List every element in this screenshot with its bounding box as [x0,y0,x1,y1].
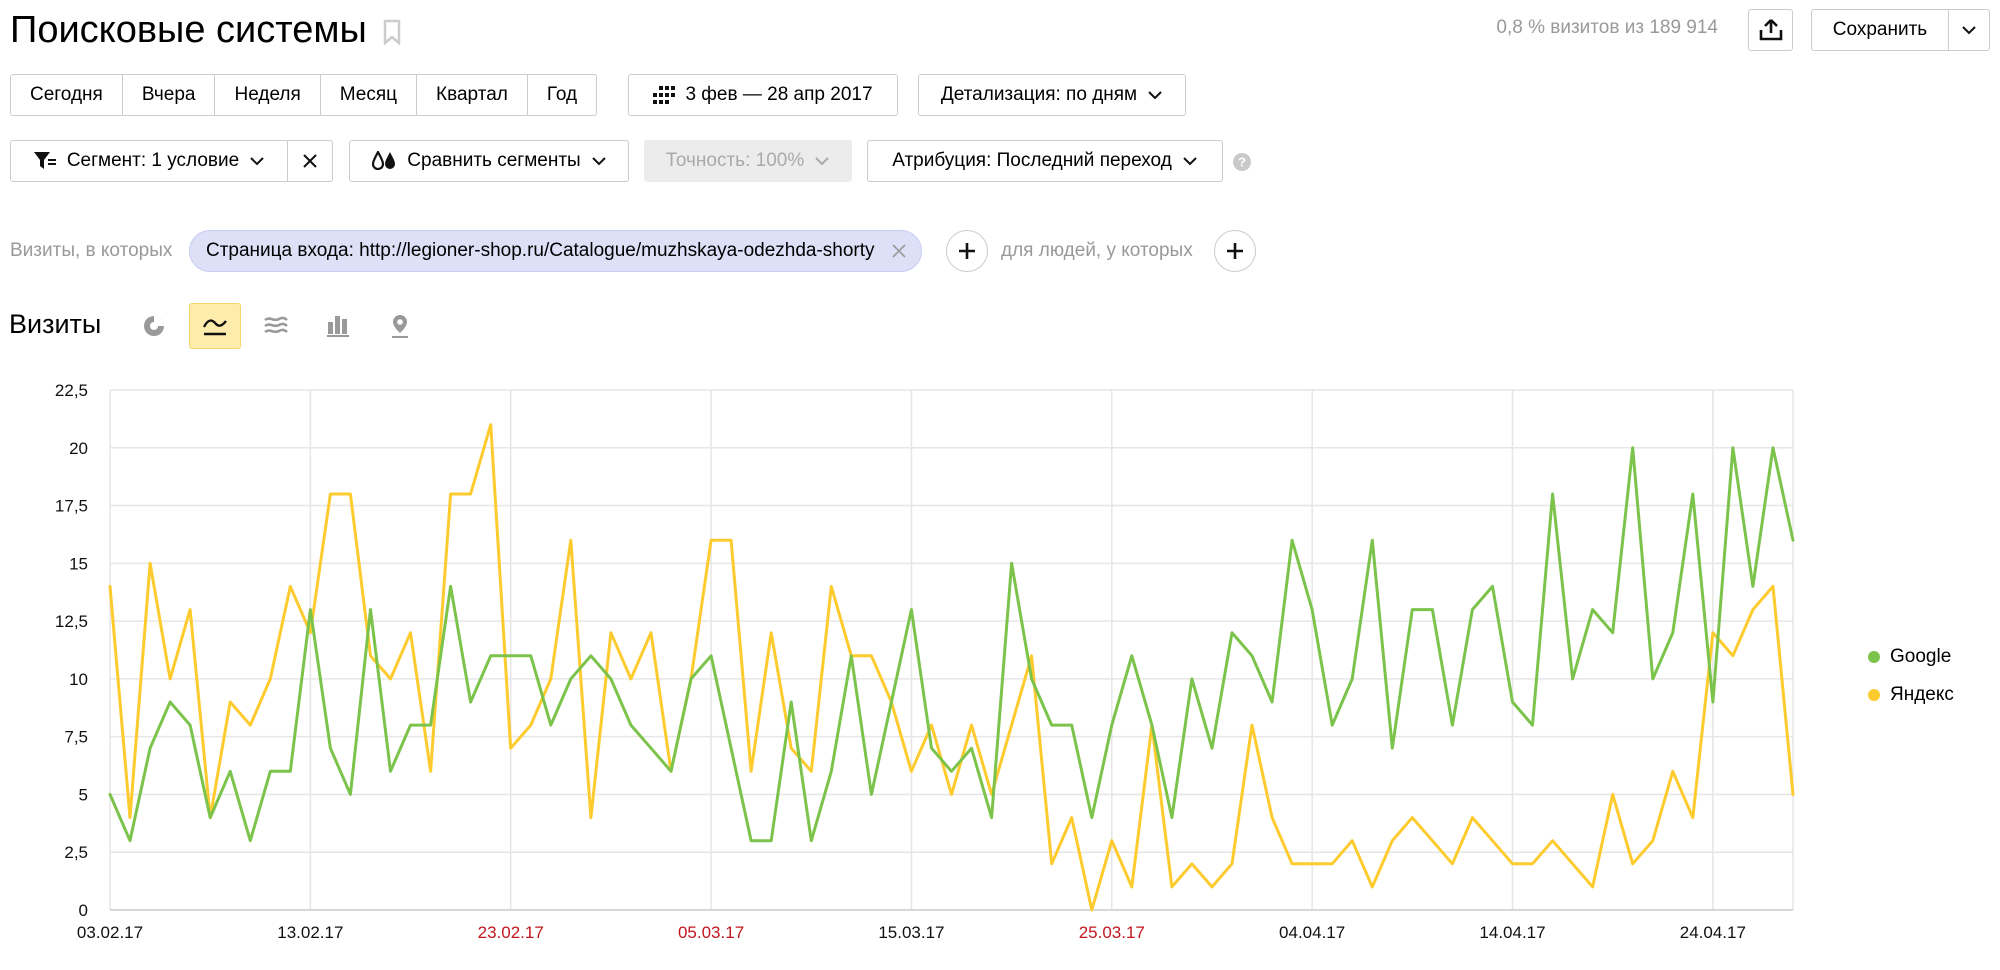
series-line-google [108,446,1795,843]
period-yesterday-button[interactable]: Вчера [121,74,216,116]
y-tick-label: 2,5 [64,843,88,862]
date-range-label: 3 фев — 28 апр 2017 [685,84,873,105]
people-condition-label: для людей, у которых [1001,240,1193,261]
legend-label-google: Google [1890,646,1952,667]
filter-icon [33,152,56,169]
y-tick-label: 17,5 [55,497,88,516]
area-chart-view-button[interactable] [250,303,302,349]
x-tick-label: 25.03.17 [1079,923,1145,942]
map-pin-icon [392,315,408,338]
clear-segment-button[interactable] [287,140,333,182]
x-tick-label: 03.02.17 [77,923,143,942]
visits-share-summary: 0,8 % визитов из 189 914 [1496,17,1718,38]
period-today-button[interactable]: Сегодня [10,74,123,116]
legend-item-google[interactable]: Google [1868,638,1954,676]
x-tick-label: 23.02.17 [478,923,544,942]
y-tick-label: 0 [79,901,88,920]
chevron-down-icon [250,157,264,166]
y-tick-label: 15 [69,554,88,573]
add-people-condition-button[interactable] [1214,230,1256,272]
plus-icon [959,243,975,259]
segment-dropdown[interactable]: Сегмент: 1 условие [10,140,288,182]
save-button[interactable]: Сохранить [1811,9,1949,51]
line-chart-view-button[interactable] [189,303,241,349]
bar-chart-view-button[interactable] [312,303,364,349]
pie-chart-icon [144,316,164,336]
segment-label: Сегмент: 1 условие [66,150,240,171]
y-tick-label: 12,5 [55,612,88,631]
detail-dropdown[interactable]: Детализация: по дням [918,74,1186,116]
series-line-yandex [108,423,1795,912]
filter-condition-text: Страница входа: http://legioner-shop.ru/… [206,240,875,261]
chevron-down-icon [591,157,606,166]
period-selector: Сегодня Вчера Неделя Месяц Квартал Год [10,74,598,116]
chevron-down-icon [815,157,829,166]
filter-condition-chip[interactable]: Страница входа: http://legioner-shop.ru/… [189,230,922,272]
chart-legend: Google Яндекс [1868,638,1954,714]
legend-label-yandex: Яндекс [1890,684,1954,705]
pie-chart-view-button[interactable] [128,303,180,349]
chart-section-title: Визиты [9,309,102,339]
x-tick-label: 04.04.17 [1279,923,1345,942]
y-tick-label: 10 [69,670,88,689]
help-icon[interactable]: ? [1233,153,1251,171]
calendar-icon [653,86,676,104]
svg-text:?: ? [1238,155,1246,170]
chevron-down-icon [1962,26,1976,35]
legend-item-yandex[interactable]: Яндекс [1868,676,1954,714]
compare-segments-dropdown[interactable]: Сравнить сегменты [349,140,629,182]
y-tick-label: 5 [79,785,88,804]
x-tick-label: 24.04.17 [1680,923,1746,942]
line-chart-icon [202,319,227,336]
accuracy-label: Точность: 100% [665,150,805,171]
export-button[interactable] [1748,9,1793,51]
y-tick-label: 7,5 [64,728,88,747]
upload-icon [1759,19,1782,41]
plus-icon [1227,243,1243,259]
period-quarter-button[interactable]: Квартал [416,74,528,116]
attribution-dropdown[interactable]: Атрибуция: Последний переход [867,140,1223,182]
detail-label: Детализация: по дням [940,84,1138,105]
visits-condition-label: Визиты, в которых [10,240,173,261]
x-tick-label: 05.03.17 [678,923,744,942]
period-month-button[interactable]: Месяц [319,74,418,116]
compare-label: Сравнить сегменты [407,150,581,171]
map-view-button[interactable] [374,303,426,349]
y-tick-label: 20 [69,439,88,458]
page-title: Поисковые системы [10,9,367,51]
add-visit-condition-button[interactable] [946,230,988,272]
visits-line-chart: 0 2,5 5 7,5 10 12,5 15 17,5 20 22,5 03.02.17 13.02.… [55,381,1795,942]
remove-condition-icon[interactable] [891,243,907,259]
x-tick-label: 13.02.17 [277,923,343,942]
close-icon [303,154,317,168]
legend-dot-google [1868,651,1880,663]
compare-drops-icon [372,151,396,171]
chevron-down-icon [1183,157,1197,166]
period-year-button[interactable]: Год [526,74,598,116]
y-tick-label: 22,5 [55,381,88,400]
save-options-button[interactable] [1948,9,1990,51]
period-week-button[interactable]: Неделя [214,74,321,116]
accuracy-dropdown: Точность: 100% [644,140,852,182]
attribution-label: Атрибуция: Последний переход [892,150,1172,171]
legend-dot-yandex [1868,689,1880,701]
x-tick-label: 15.03.17 [878,923,944,942]
date-range-button[interactable]: 3 фев — 28 апр 2017 [628,74,898,116]
bar-chart-icon [327,316,349,337]
bookmark-icon[interactable] [380,18,404,46]
chevron-down-icon [1148,91,1162,100]
stacked-area-icon [264,316,288,334]
x-tick-label: 14.04.17 [1479,923,1545,942]
